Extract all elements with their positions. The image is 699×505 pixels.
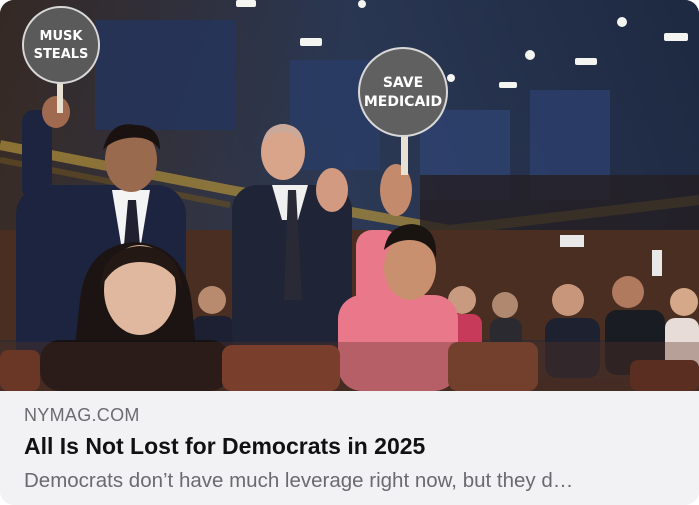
save-medicaid-sign: SAVE MEDICAID: [358, 47, 448, 137]
svg-text:MEDICAID: MEDICAID: [364, 94, 442, 110]
article-title[interactable]: All Is Not Lost for Democrats in 2025: [24, 433, 425, 460]
svg-text:MUSK: MUSK: [40, 29, 84, 44]
link-preview-meta[interactable]: NYMAG.COM All Is Not Lost for Democrats …: [0, 391, 699, 505]
article-description: Democrats don’t have much leverage right…: [24, 469, 574, 492]
svg-text:STEALS: STEALS: [34, 47, 89, 62]
link-preview-card[interactable]: MUSK STEALS SAVE MEDICAID NYMAG.COM All …: [0, 0, 699, 505]
svg-text:SAVE: SAVE: [383, 75, 423, 91]
article-photo[interactable]: MUSK STEALS SAVE MEDICAID: [0, 0, 699, 391]
source-domain: NYMAG.COM: [24, 405, 140, 425]
musk-steals-sign: MUSK STEALS: [22, 6, 100, 84]
